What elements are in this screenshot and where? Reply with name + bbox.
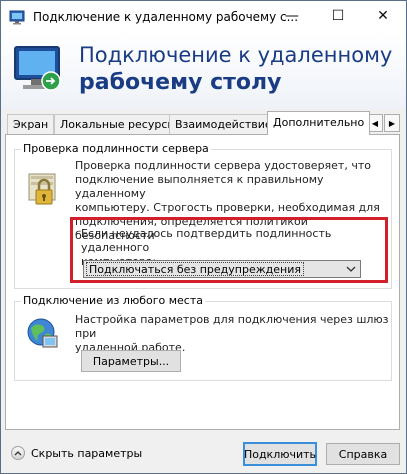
chevron-up-icon [11, 446, 25, 460]
tab-advanced[interactable]: Дополнительно [267, 111, 371, 135]
hide-options-label: Скрыть параметры [31, 446, 143, 460]
header-banner: Подключение к удаленному рабочему столу [1, 33, 406, 109]
banner-title-line2: рабочему столу [79, 70, 282, 95]
highlighted-auth-option: Если неудалось подтвердить подлинность у… [70, 217, 388, 283]
remote-desktop-app-icon [9, 10, 25, 25]
auth-failure-selected-option: Подключаться без предупреждения [86, 262, 304, 276]
auth-failure-prompt-line: Если неудалось подтвердить подлинность у… [81, 227, 332, 254]
server-auth-legend: Проверка подлинности сервера [21, 142, 211, 155]
window-title: Подключение к удаленному рабочему с... [33, 10, 299, 24]
advanced-tab-panel: Проверка подлинности сервера Проверка по… [5, 134, 400, 430]
minimize-button[interactable]: — [269, 1, 315, 31]
maximize-button[interactable]: ☐ [315, 1, 361, 31]
tab-experience[interactable]: Взаимодействие [169, 114, 278, 134]
hide-options-toggle[interactable]: Скрыть параметры [11, 446, 142, 460]
globe-icon [27, 318, 58, 348]
connect-anywhere-description: Настройка параметров для подключения чер… [75, 313, 391, 355]
tab-display[interactable]: Экран [7, 114, 55, 134]
tab-local-resources[interactable]: Локальные ресурсы [54, 114, 183, 134]
server-auth-desc-line: Проверка подлинности сервера удостоверяе… [75, 159, 371, 172]
connect-anywhere-group: Подключение из любого места Настройка па… [14, 294, 392, 381]
rdp-window: Подключение к удаленному рабочему с... —… [0, 0, 407, 474]
connect-anywhere-legend: Подключение из любого места [21, 294, 205, 307]
title-bar: Подключение к удаленному рабочему с... —… [1, 1, 406, 33]
help-button[interactable]: Справка [326, 443, 400, 465]
auth-failure-action-select[interactable]: Подключаться без предупреждения [83, 260, 361, 278]
server-auth-desc-line: подключение выполняется к правильному уд… [75, 173, 324, 200]
gateway-settings-button[interactable]: Параметры... [81, 350, 181, 372]
tab-scroll-right-button[interactable]: ▶ [384, 114, 400, 132]
chevron-down-icon [346, 266, 356, 272]
connect-button[interactable]: Подключить [243, 442, 317, 466]
lock-icon [28, 173, 56, 205]
server-auth-desc-line: компьютеру. Строгость проверки, необходи… [75, 201, 380, 214]
connect-anywhere-desc-line: Настройка параметров для подключения чер… [75, 313, 389, 340]
remote-desktop-icon [14, 46, 61, 91]
close-button[interactable]: ✕ [360, 1, 406, 31]
banner-title-line1: Подключение к удаленному [79, 43, 393, 67]
